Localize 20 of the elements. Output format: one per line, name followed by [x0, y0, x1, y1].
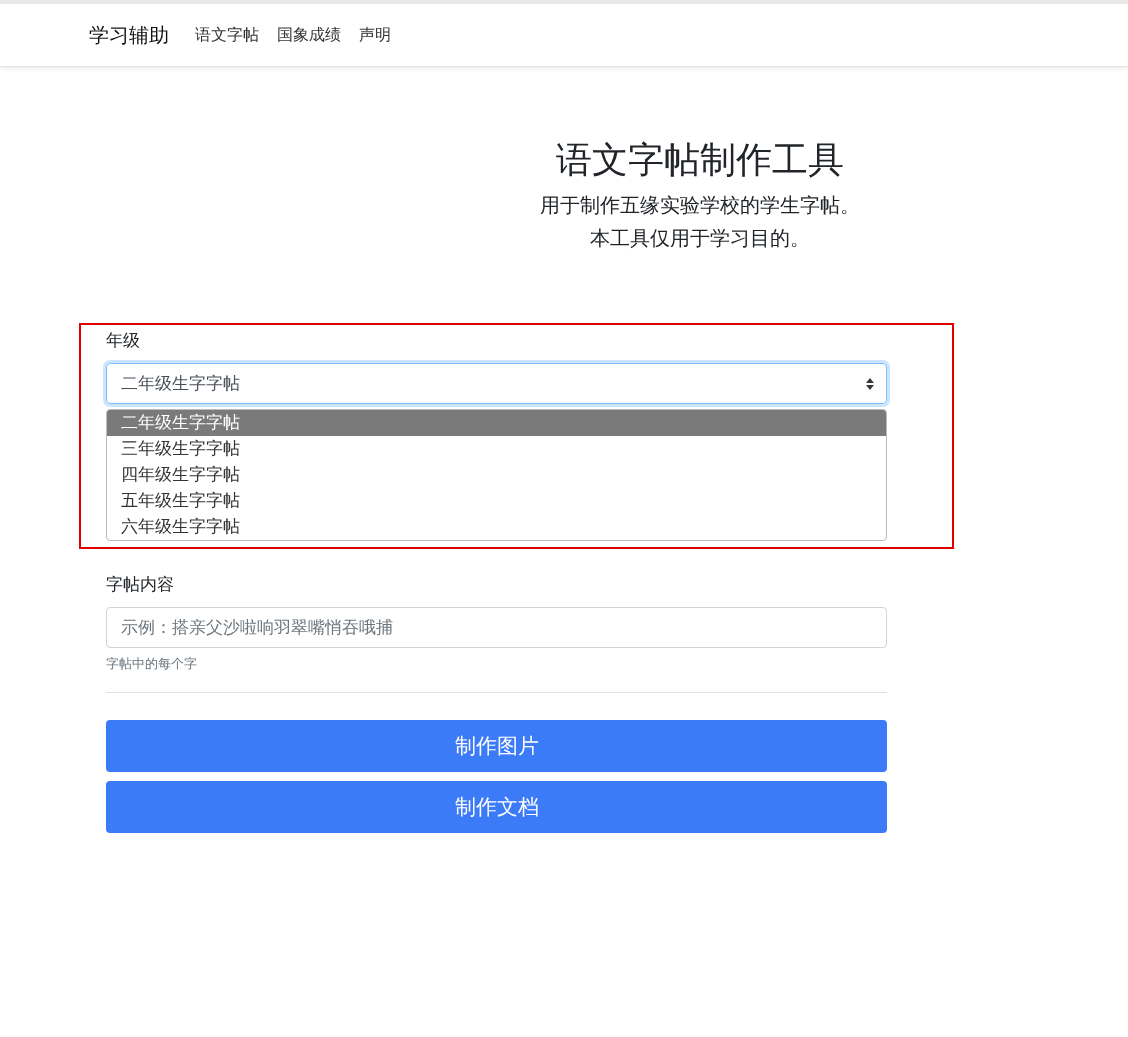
submit-button[interactable]: 制作图片 [106, 720, 887, 772]
help-text: 字帖中的每个字 [106, 656, 198, 672]
field-label: 年级 [106, 331, 141, 351]
subtitle-text: 本工具仅用于学习目的。 [589, 226, 811, 251]
submit-button[interactable]: 制作文档 [106, 781, 887, 833]
subtitle-text: 用于制作五缘实验学校的学生字帖。 [539, 193, 861, 218]
content-input[interactable]: 示例：搭亲父沙啦响羽翠嘴悄吞哦捕 [106, 607, 887, 648]
nav-link[interactable]: 声明 [359, 24, 391, 46]
nav-link[interactable]: 国象成绩 [277, 24, 341, 46]
sort-caret-icon [866, 377, 874, 390]
field-label: 字帖内容 [106, 575, 175, 595]
dropdown-option[interactable]: 六年级生字字帖 [107, 514, 886, 540]
dropdown-option[interactable]: 四年级生字字帖 [107, 462, 886, 488]
dropdown-option[interactable]: 五年级生字字帖 [107, 488, 886, 514]
dropdown-option[interactable]: 二年级生字字帖 [107, 410, 886, 436]
brand-link[interactable]: 学习辅助 [89, 21, 169, 49]
grade-select[interactable]: 二年级生字字帖 [106, 363, 887, 404]
page-title: 语文字帖制作工具 [555, 138, 845, 182]
dropdown-option[interactable]: 三年级生字字帖 [107, 436, 886, 462]
nav-link[interactable]: 语文字帖 [195, 24, 259, 46]
